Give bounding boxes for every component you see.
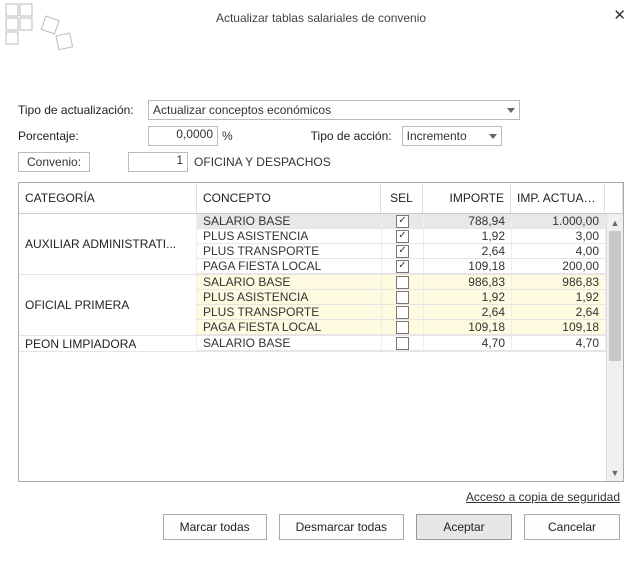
desmarcar-todas-button[interactable]: Desmarcar todas xyxy=(279,514,404,540)
row-checkbox[interactable] xyxy=(396,276,409,289)
window-title: Actualizar tablas salariales de convenio xyxy=(216,11,426,25)
tipo-accion-select[interactable]: Incremento xyxy=(402,126,502,146)
importe-cell: 1,92 xyxy=(424,290,512,304)
col-categoria[interactable]: CATEGORÍA xyxy=(19,183,197,213)
importe-cell: 1,92 xyxy=(424,229,512,243)
row-checkbox[interactable] xyxy=(396,337,409,350)
imp-actualizado-cell: 4,00 xyxy=(512,244,606,258)
importe-cell: 2,64 xyxy=(424,305,512,319)
sel-cell: ✓ xyxy=(382,259,424,273)
table-row[interactable]: PLUS TRANSPORTE ✓ 2,644,00 xyxy=(197,244,606,259)
convenio-button[interactable]: Convenio: xyxy=(18,152,90,172)
table-row[interactable]: SALARIO BASE ✓ 788,941.000,00 xyxy=(197,214,606,229)
concepto-cell: PLUS TRANSPORTE xyxy=(197,244,382,258)
table-row[interactable]: SALARIO BASE 4,704,70 xyxy=(197,336,606,351)
scroll-up-icon[interactable]: ▲ xyxy=(607,214,623,231)
table-row[interactable]: PLUS ASISTENCIA ✓ 1,923,00 xyxy=(197,229,606,244)
row-checkbox[interactable]: ✓ xyxy=(396,215,409,228)
scroll-down-icon[interactable]: ▼ xyxy=(607,464,623,481)
table-header: CATEGORÍA CONCEPTO SEL IMPORTE IMP. ACTU… xyxy=(19,183,623,214)
importe-cell: 4,70 xyxy=(424,336,512,350)
salary-table: CATEGORÍA CONCEPTO SEL IMPORTE IMP. ACTU… xyxy=(18,182,624,482)
row-checkbox[interactable] xyxy=(396,291,409,304)
row-checkbox[interactable] xyxy=(396,321,409,334)
concepto-cell: PLUS TRANSPORTE xyxy=(197,305,382,319)
convenio-num-input[interactable]: 1 xyxy=(128,152,188,172)
marcar-todas-button[interactable]: Marcar todas xyxy=(163,514,267,540)
sel-cell xyxy=(382,305,424,319)
concepto-cell: PLUS ASISTENCIA xyxy=(197,229,382,243)
concepto-cell: PAGA FIESTA LOCAL xyxy=(197,259,382,273)
sel-cell xyxy=(382,320,424,334)
chevron-down-icon xyxy=(489,134,497,139)
close-icon[interactable]: ✕ xyxy=(607,6,632,24)
table-row[interactable]: PLUS ASISTENCIA 1,921,92 xyxy=(197,290,606,305)
concepto-cell: SALARIO BASE xyxy=(197,275,382,289)
imp-actualizado-cell: 4,70 xyxy=(512,336,606,350)
row-checkbox[interactable]: ✓ xyxy=(396,230,409,243)
col-imp-actualizado[interactable]: IMP. ACTUALI... xyxy=(511,183,605,213)
convenio-name: OFICINA Y DESPACHOS xyxy=(194,155,331,169)
col-importe[interactable]: IMPORTE xyxy=(423,183,511,213)
row-checkbox[interactable] xyxy=(396,306,409,319)
tipo-actualizacion-value: Actualizar conceptos económicos xyxy=(153,103,331,117)
col-concepto[interactable]: CONCEPTO xyxy=(197,183,381,213)
category-cell[interactable]: OFICIAL PRIMERA xyxy=(19,275,197,335)
table-row[interactable]: PAGA FIESTA LOCAL 109,18109,18 xyxy=(197,320,606,335)
imp-actualizado-cell: 1,92 xyxy=(512,290,606,304)
concepto-cell: SALARIO BASE xyxy=(197,214,382,228)
imp-actualizado-cell: 200,00 xyxy=(512,259,606,273)
tipo-accion-value: Incremento xyxy=(407,129,467,143)
porcentaje-unit: % xyxy=(222,129,233,143)
sel-cell: ✓ xyxy=(382,214,424,228)
app-logo-icon xyxy=(4,2,94,57)
row-checkbox[interactable]: ✓ xyxy=(396,245,409,258)
sel-cell xyxy=(382,336,424,350)
concepto-cell: SALARIO BASE xyxy=(197,336,382,350)
backup-link[interactable]: Acceso a copia de seguridad xyxy=(18,490,620,504)
imp-actualizado-cell: 3,00 xyxy=(512,229,606,243)
tipo-actualizacion-label: Tipo de actualización: xyxy=(18,103,148,117)
tipo-actualizacion-select[interactable]: Actualizar conceptos económicos xyxy=(148,100,520,120)
scroll-track[interactable] xyxy=(607,231,623,464)
imp-actualizado-cell: 109,18 xyxy=(512,320,606,334)
chevron-down-icon xyxy=(507,108,515,113)
sel-cell: ✓ xyxy=(382,229,424,243)
cancelar-button[interactable]: Cancelar xyxy=(524,514,620,540)
scroll-thumb[interactable] xyxy=(609,231,621,361)
table-row[interactable]: PAGA FIESTA LOCAL ✓ 109,18200,00 xyxy=(197,259,606,274)
aceptar-button[interactable]: Aceptar xyxy=(416,514,512,540)
porcentaje-input[interactable]: 0,0000 xyxy=(148,126,218,146)
col-sel[interactable]: SEL xyxy=(381,183,423,213)
importe-cell: 986,83 xyxy=(424,275,512,289)
sel-cell xyxy=(382,290,424,304)
importe-cell: 2,64 xyxy=(424,244,512,258)
titlebar: Actualizar tablas salariales de convenio… xyxy=(0,0,642,30)
table-row[interactable]: PLUS TRANSPORTE 2,642,64 xyxy=(197,305,606,320)
sel-cell: ✓ xyxy=(382,244,424,258)
vertical-scrollbar[interactable]: ▲ ▼ xyxy=(606,214,623,481)
col-scroll-spacer xyxy=(605,183,623,213)
imp-actualizado-cell: 986,83 xyxy=(512,275,606,289)
tipo-accion-label: Tipo de acción: xyxy=(311,129,392,143)
table-row[interactable]: SALARIO BASE 986,83986,83 xyxy=(197,275,606,290)
importe-cell: 109,18 xyxy=(424,320,512,334)
porcentaje-label: Porcentaje: xyxy=(18,129,148,143)
imp-actualizado-cell: 1.000,00 xyxy=(512,214,606,228)
sel-cell xyxy=(382,275,424,289)
importe-cell: 788,94 xyxy=(424,214,512,228)
category-cell[interactable]: PEON LIMPIADORA xyxy=(19,336,197,351)
row-checkbox[interactable]: ✓ xyxy=(396,260,409,273)
imp-actualizado-cell: 2,64 xyxy=(512,305,606,319)
table-body: AUXILIAR ADMINISTRATI...SALARIO BASE✓788… xyxy=(19,214,606,481)
concepto-cell: PLUS ASISTENCIA xyxy=(197,290,382,304)
concepto-cell: PAGA FIESTA LOCAL xyxy=(197,320,382,334)
importe-cell: 109,18 xyxy=(424,259,512,273)
category-cell[interactable]: AUXILIAR ADMINISTRATI... xyxy=(19,214,197,274)
